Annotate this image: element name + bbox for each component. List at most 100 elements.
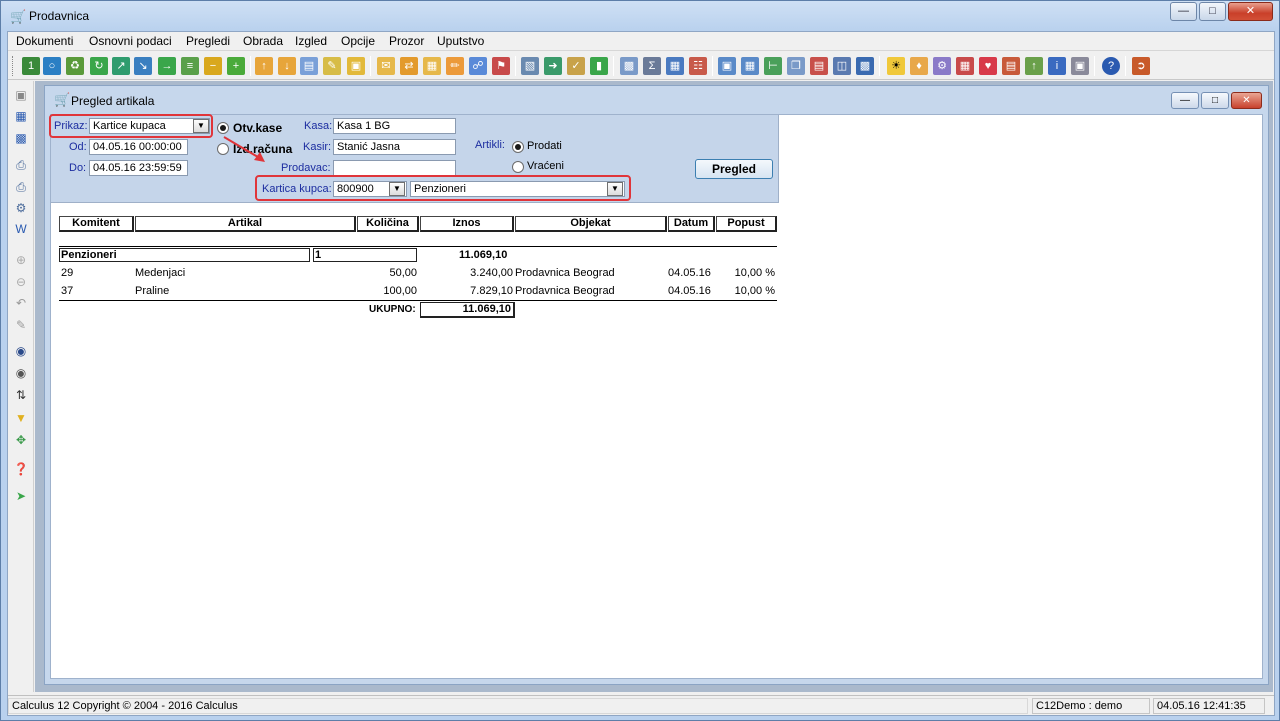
menu-uputstvo[interactable]: Uputstvo bbox=[437, 34, 484, 48]
table-icon[interactable]: ▦ bbox=[666, 57, 684, 75]
menu-obrada[interactable]: Obrada bbox=[243, 34, 283, 48]
status-copyright: Calculus 12 Copyright © 2004 - 2016 Calc… bbox=[8, 698, 1028, 714]
book-icon[interactable]: ▤ bbox=[1002, 57, 1020, 75]
menu-pregledi[interactable]: Pregledi bbox=[186, 34, 230, 48]
package-icon[interactable]: ▣ bbox=[347, 57, 365, 75]
vraceni-radio[interactable] bbox=[512, 161, 524, 173]
info-icon[interactable]: i bbox=[1048, 57, 1066, 75]
edit-icon[interactable]: ✎ bbox=[323, 57, 341, 75]
print-setup-icon[interactable]: ⚙ bbox=[12, 200, 30, 216]
check-list-icon[interactable]: ✓ bbox=[567, 57, 585, 75]
print-icon[interactable]: ⎙ bbox=[12, 157, 30, 173]
new-record-icon[interactable]: ▦ bbox=[12, 108, 30, 124]
help-side-icon[interactable]: ❓ bbox=[12, 461, 30, 477]
invoice-icon[interactable]: ▤ bbox=[300, 57, 318, 75]
menu-prozor[interactable]: Prozor bbox=[389, 34, 424, 48]
upload-icon[interactable]: ↑ bbox=[1025, 57, 1043, 75]
folder-down-icon[interactable]: ↓ bbox=[278, 57, 296, 75]
note-icon[interactable]: ☍ bbox=[469, 57, 487, 75]
gear-icon[interactable]: ⚙ bbox=[933, 57, 951, 75]
sort-icon[interactable]: ⇅ bbox=[12, 387, 30, 403]
minimize-button[interactable]: — bbox=[1170, 2, 1197, 21]
undo-icon[interactable]: ↶ bbox=[12, 295, 30, 311]
globe-icon[interactable]: ○ bbox=[43, 57, 61, 75]
table-row-objekat: Prodavnica Beograd bbox=[515, 267, 615, 279]
bar-chart-icon[interactable]: ▮ bbox=[590, 57, 608, 75]
kasa-field[interactable]: Kasa 1 BG bbox=[333, 118, 456, 134]
cascade-icon[interactable]: ❐ bbox=[787, 57, 805, 75]
flag-icon[interactable]: ⚑ bbox=[492, 57, 510, 75]
menu-bar: Dokumenti Osnovni podaci Pregledi Obrada… bbox=[8, 32, 1274, 51]
od-field[interactable]: 04.05.16 00:00:00 bbox=[89, 139, 188, 155]
filter-icon[interactable]: ▼ bbox=[12, 410, 30, 426]
word-icon[interactable]: W bbox=[12, 221, 30, 237]
otv-kase-radio[interactable] bbox=[217, 122, 229, 134]
arrow-right-icon[interactable]: ➜ bbox=[544, 57, 562, 75]
ukupno-value: 11.069,10 bbox=[420, 302, 515, 318]
mail-icon[interactable]: ✉ bbox=[377, 57, 395, 75]
pregled-button[interactable]: Pregled bbox=[695, 159, 773, 179]
pencil-icon[interactable]: ✏ bbox=[446, 57, 464, 75]
window-icon[interactable]: ▣ bbox=[718, 57, 736, 75]
recycle-icon[interactable]: ♻ bbox=[66, 57, 84, 75]
print-preview-icon[interactable]: ⎙ bbox=[12, 179, 30, 195]
calculator-icon[interactable]: ▦ bbox=[956, 57, 974, 75]
child-close-button[interactable]: ✕ bbox=[1231, 92, 1262, 109]
lightbulb-icon[interactable]: ☀ bbox=[887, 57, 905, 75]
col-header-datum: Datum bbox=[668, 216, 715, 232]
col-header-popust: Popust bbox=[716, 216, 777, 232]
prodavac-field[interactable] bbox=[333, 160, 456, 176]
import-icon[interactable]: ↘ bbox=[134, 57, 152, 75]
document-icon[interactable]: 1 bbox=[22, 57, 40, 75]
menu-dokumenti[interactable]: Dokumenti bbox=[16, 34, 73, 48]
group-name: Penzioneri bbox=[59, 248, 310, 262]
export-icon[interactable]: ↗ bbox=[112, 57, 130, 75]
child-minimize-button[interactable]: — bbox=[1171, 92, 1199, 109]
sum-icon[interactable]: Σ bbox=[643, 57, 661, 75]
settings-window-icon[interactable]: ▣ bbox=[1071, 57, 1089, 75]
child-maximize-button[interactable]: □ bbox=[1201, 92, 1229, 109]
maximize-button[interactable]: □ bbox=[1199, 2, 1226, 21]
box-icon[interactable]: ▦ bbox=[423, 57, 441, 75]
refresh-icon[interactable]: ↻ bbox=[90, 57, 108, 75]
close-button[interactable]: ✕ bbox=[1228, 2, 1273, 21]
kasir-field[interactable]: Stanić Jasna bbox=[333, 139, 456, 155]
do-field[interactable]: 04.05.16 23:59:59 bbox=[89, 160, 188, 176]
menu-osnovni-podaci[interactable]: Osnovni podaci bbox=[89, 34, 172, 48]
tile-icon[interactable]: ▩ bbox=[856, 57, 874, 75]
split-icon[interactable]: ◫ bbox=[833, 57, 851, 75]
window-title: Prodavnica bbox=[29, 9, 90, 23]
copy-icon[interactable]: ▩ bbox=[620, 57, 638, 75]
tree-icon[interactable]: ⊢ bbox=[764, 57, 782, 75]
tag-icon[interactable]: ♦ bbox=[910, 57, 928, 75]
register-icon[interactable]: ▧ bbox=[521, 57, 539, 75]
binoculars-icon[interactable]: ◉ bbox=[12, 343, 30, 359]
report-icon[interactable]: ▤ bbox=[810, 57, 828, 75]
add-record-icon[interactable]: ⊕ bbox=[12, 252, 30, 268]
menu-izgled[interactable]: Izgled bbox=[295, 34, 327, 48]
edit-record-icon[interactable]: ✎ bbox=[12, 317, 30, 333]
ukupno-label: UKUPNO: bbox=[369, 304, 416, 315]
transfer-icon[interactable]: ⇄ bbox=[400, 57, 418, 75]
table-row-datum: 04.05.16 bbox=[668, 285, 711, 297]
minus-icon[interactable]: − bbox=[204, 57, 222, 75]
menu-opcije[interactable]: Opcije bbox=[341, 34, 375, 48]
forward-icon[interactable]: → bbox=[158, 57, 176, 75]
prodati-radio[interactable] bbox=[512, 141, 524, 153]
exit-icon[interactable]: ➲ bbox=[1132, 57, 1150, 75]
help-icon[interactable]: ? bbox=[1102, 57, 1120, 75]
heart-icon[interactable]: ♥ bbox=[979, 57, 997, 75]
folder-up-icon[interactable]: ↑ bbox=[255, 57, 273, 75]
plus-icon[interactable]: + bbox=[227, 57, 245, 75]
copy-record-icon[interactable]: ▩ bbox=[12, 130, 30, 146]
expand-icon[interactable]: ✥ bbox=[12, 432, 30, 448]
grid-icon[interactable]: ▦ bbox=[741, 57, 759, 75]
toolbar-grip[interactable] bbox=[12, 56, 15, 76]
go-icon[interactable]: ➤ bbox=[12, 488, 30, 504]
find-next-icon[interactable]: ◉ bbox=[12, 365, 30, 381]
save-icon[interactable]: ▣ bbox=[12, 87, 30, 103]
toolbar: 1 ○ ♻ ↻ ↗ ↘ → ≡ − + ↑ ↓ ▤ ✎ ▣ ✉ ⇄ ▦ ✏ ☍ … bbox=[8, 52, 1274, 80]
list-icon[interactable]: ≡ bbox=[181, 57, 199, 75]
calendar-icon[interactable]: ☷ bbox=[689, 57, 707, 75]
delete-record-icon[interactable]: ⊖ bbox=[12, 274, 30, 290]
